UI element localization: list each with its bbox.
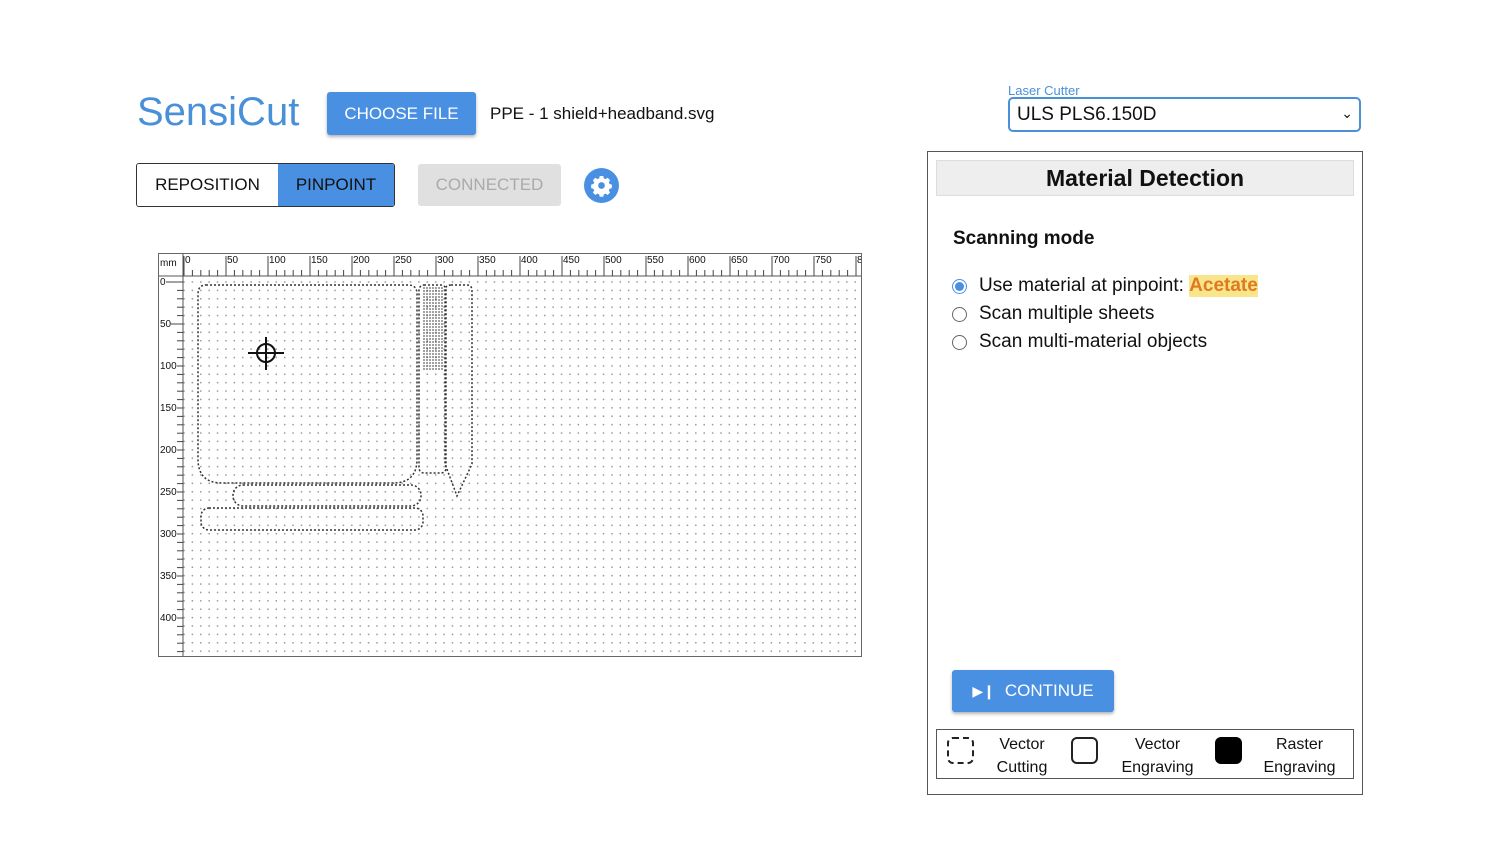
radio-use-material-at-pinpoint[interactable]: Use material at pinpoint: Acetate xyxy=(952,275,1258,297)
ruler-x-label: 700 xyxy=(773,255,790,266)
ruler-x-label: 300 xyxy=(437,255,454,266)
raster-engraving-swatch-icon xyxy=(1215,737,1242,764)
ruler-x-label: 250 xyxy=(395,255,412,266)
laser-bed-canvas[interactable]: mm 0 50 100 150 200 250 300 350 400 450 500 550 600 6… xyxy=(158,253,862,657)
ruler-y-label: 100 xyxy=(160,361,177,372)
choose-file-button[interactable]: CHOOSE FILE xyxy=(327,92,476,135)
ruler-y-label: 150 xyxy=(160,403,177,414)
legend-raster-engraving: Raster Engraving xyxy=(1263,736,1336,776)
top-ruler xyxy=(159,254,861,276)
strap-outline xyxy=(444,284,473,498)
chevron-down-icon: ⌄ xyxy=(1341,105,1353,121)
operation-legend: Vector Cutting Vector Engraving Raster Engr… xyxy=(936,729,1354,779)
pinpoint-button[interactable]: PINPOINT xyxy=(278,164,394,206)
skip-forward-icon: ▶❙ xyxy=(972,682,995,699)
ruler-x-label: 100 xyxy=(269,255,286,266)
radio-label: Use material at pinpoint: xyxy=(979,275,1190,296)
file-name: PPE - 1 shield+headband.svg xyxy=(490,104,715,123)
ruler-x-label: 600 xyxy=(689,255,706,266)
ruler-y-label: 0 xyxy=(160,277,166,288)
ruler-y-label: 450 xyxy=(160,655,177,656)
scanning-mode-heading: Scanning mode xyxy=(953,228,1095,249)
ruler-y-label: 50 xyxy=(160,319,172,330)
ruler-x-label: 450 xyxy=(563,255,580,266)
ruler-unit: mm xyxy=(160,258,177,269)
ruler-x-label: 550 xyxy=(647,255,664,266)
reposition-button[interactable]: REPOSITION xyxy=(137,164,278,206)
connected-button[interactable]: CONNECTED xyxy=(418,164,561,206)
ruler-x-label: 350 xyxy=(479,255,496,266)
ruler-x-label: 150 xyxy=(311,255,328,266)
material-detection-panel: Material Detection Scanning mode Use mat… xyxy=(927,151,1363,795)
detected-material: Acetate xyxy=(1189,275,1258,297)
radio-scan-multiple-sheets[interactable]: Scan multiple sheets xyxy=(952,303,1154,325)
radio-label: Scan multi-material objects xyxy=(979,331,1208,352)
side-strip xyxy=(418,284,447,474)
vector-engraving-swatch-icon xyxy=(1071,737,1098,764)
app-logo: SensiCut xyxy=(137,90,300,134)
crosshair-icon[interactable] xyxy=(248,337,284,370)
continue-button[interactable]: ▶❙ CONTINUE xyxy=(952,670,1114,712)
headband-upper xyxy=(232,484,422,507)
ruler-x-label: 0 xyxy=(185,255,191,266)
radio-scan-multi-material-objects[interactable]: Scan multi-material objects xyxy=(952,331,1207,353)
radio-unselected-icon[interactable] xyxy=(952,306,967,322)
laser-cutter-value: ULS PLS6.150D xyxy=(1017,103,1157,125)
ruler-y-label: 200 xyxy=(160,445,177,456)
ruler-y-label: 350 xyxy=(160,571,177,582)
ruler-x-label: 50 xyxy=(227,255,239,266)
ruler-y-label: 300 xyxy=(160,529,177,540)
gear-icon[interactable] xyxy=(584,168,619,203)
ruler-x-label: 650 xyxy=(731,255,748,266)
ruler-y-label: 400 xyxy=(160,613,177,624)
ruler-x-label: 500 xyxy=(605,255,622,266)
radio-label: Scan multiple sheets xyxy=(979,303,1155,324)
mode-toggle: REPOSITION PINPOINT xyxy=(136,163,395,207)
ruler-x-label: 800 xyxy=(857,255,861,266)
ruler-x-label: 200 xyxy=(353,255,370,266)
bed-svg xyxy=(159,254,861,656)
raster-hatch xyxy=(423,287,443,370)
ruler-x-label: 750 xyxy=(815,255,832,266)
continue-label: CONTINUE xyxy=(1004,681,1094,700)
headband-lower xyxy=(200,507,424,531)
radio-unselected-icon[interactable] xyxy=(952,334,967,350)
vector-cutting-swatch-icon xyxy=(947,737,974,764)
panel-title: Material Detection xyxy=(936,160,1354,196)
ruler-x-label: 400 xyxy=(521,255,538,266)
radio-selected-icon[interactable] xyxy=(952,278,967,294)
shield-outline xyxy=(197,284,418,484)
legend-vector-engraving: Vector Engraving xyxy=(1121,736,1194,776)
legend-vector-cutting: Vector Cutting xyxy=(996,736,1048,776)
laser-cutter-select[interactable]: ULS PLS6.150D ⌄ xyxy=(1008,97,1361,132)
ruler-y-label: 250 xyxy=(160,487,177,498)
laser-cutter-label: Laser Cutter xyxy=(1008,83,1080,98)
